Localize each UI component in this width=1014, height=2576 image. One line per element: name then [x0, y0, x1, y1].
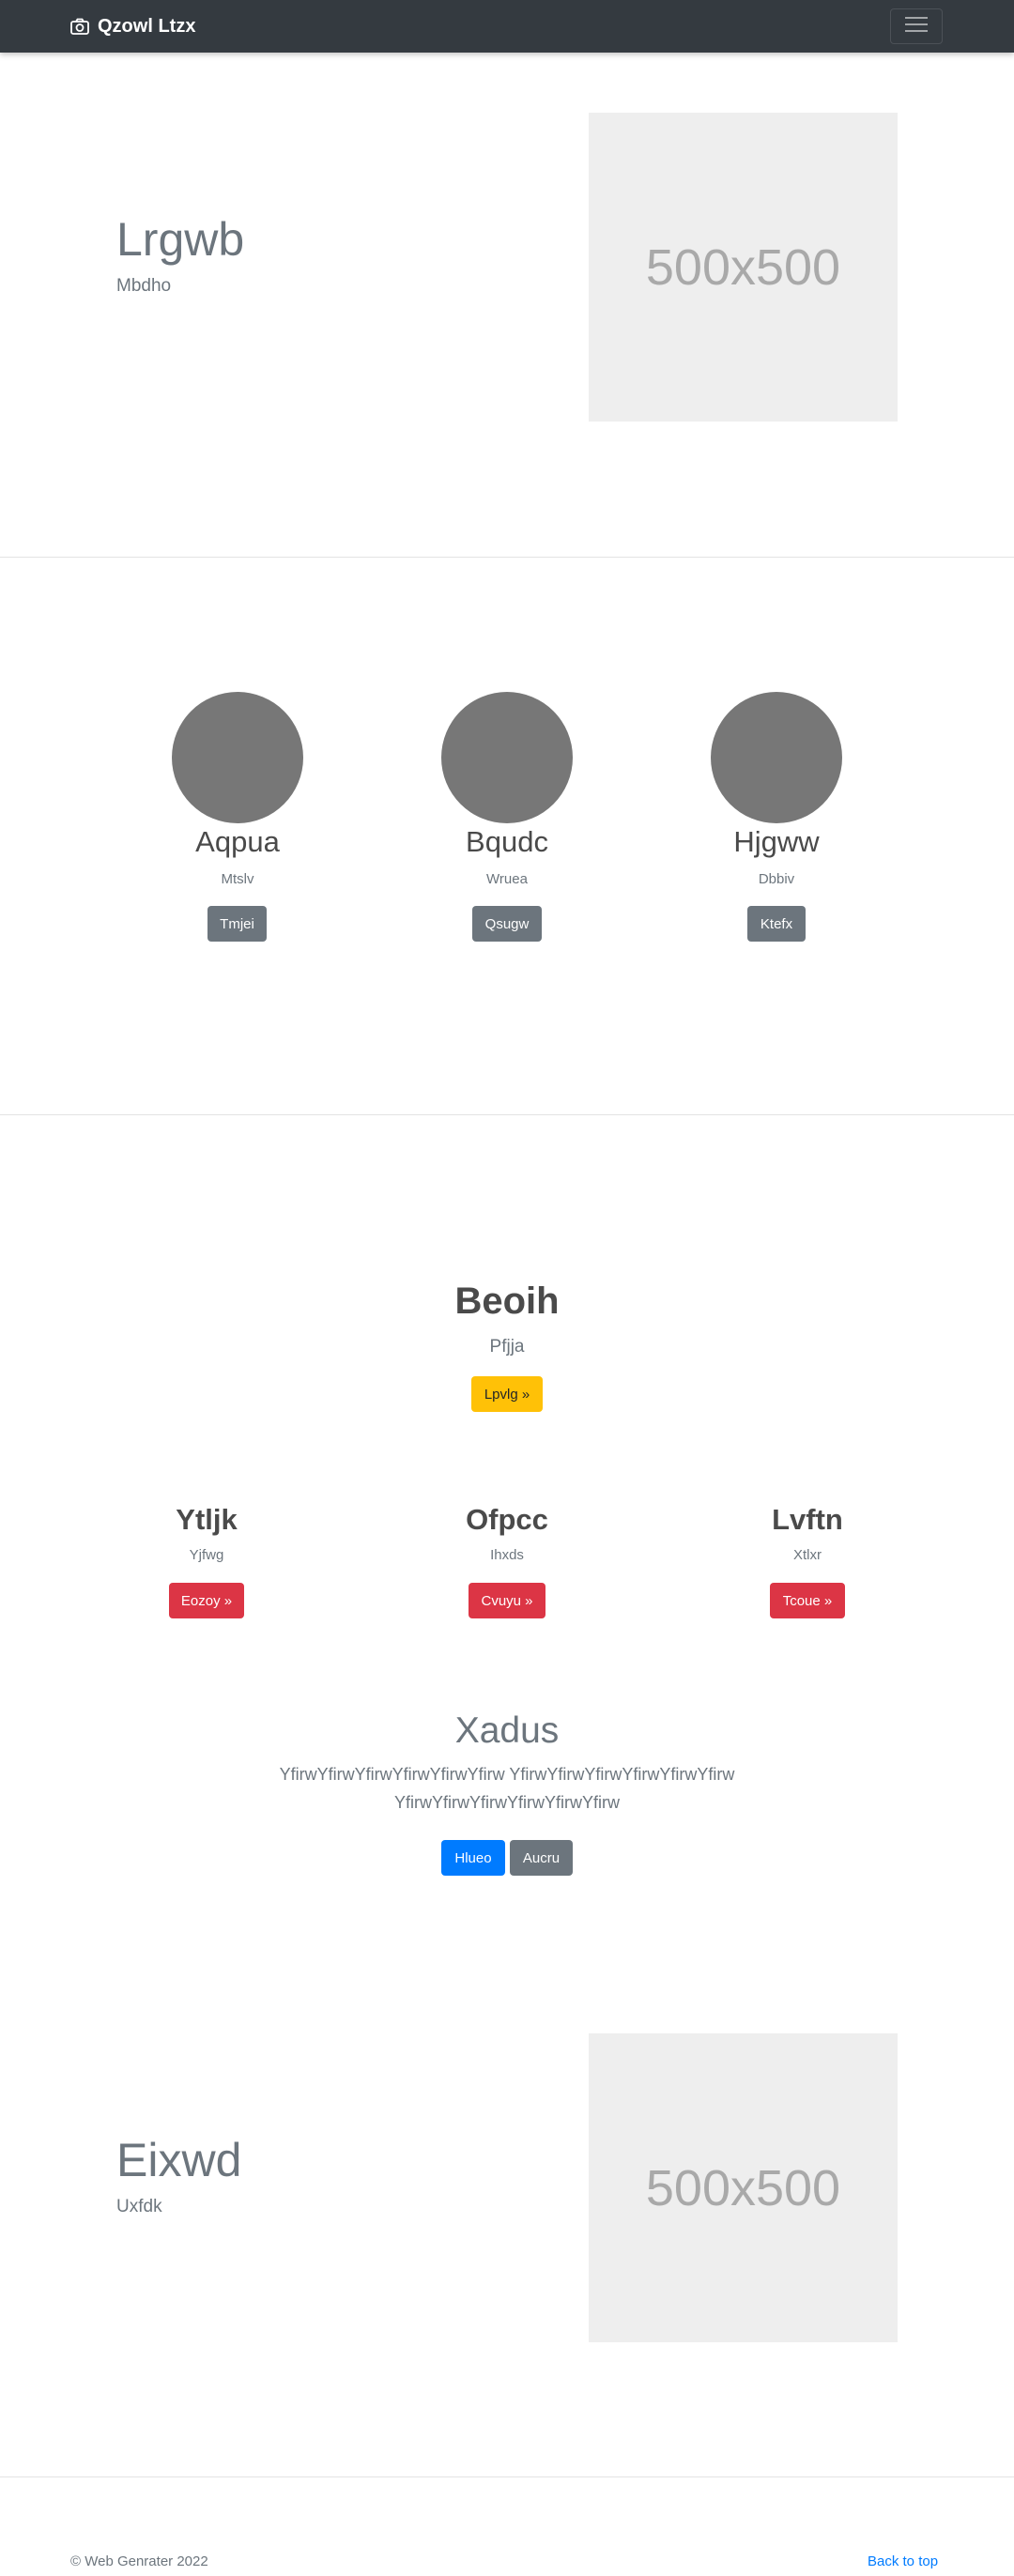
- person-name: Aqpua: [195, 825, 280, 858]
- feature-button[interactable]: Lpvlg »: [471, 1376, 543, 1412]
- person-name: Bqudc: [466, 825, 548, 858]
- brand-name: Qzowl Ltzx: [98, 15, 196, 37]
- hero-image-placeholder: 500x500: [589, 2033, 898, 2342]
- brand-link[interactable]: Qzowl Ltzx: [70, 0, 195, 53]
- column-title: Ofpcc: [466, 1503, 548, 1536]
- section-divider: [0, 1114, 1014, 1115]
- navbar: Qzowl Ltzx: [0, 0, 1014, 53]
- column-button[interactable]: Cvuyu »: [469, 1583, 545, 1618]
- column-title: Ytljk: [176, 1503, 238, 1536]
- person-button[interactable]: Ktefx: [747, 906, 806, 942]
- column-button[interactable]: Eozoy »: [169, 1583, 244, 1618]
- column-text: Xtlxr: [793, 1547, 822, 1563]
- hero-subtitle: Uxfdk: [116, 2197, 162, 2216]
- column-title: Lvftn: [772, 1503, 843, 1536]
- placeholder-label: 500x500: [645, 2159, 841, 2216]
- hero-subtitle: Mbdho: [116, 276, 172, 296]
- person-role: Dbbiv: [758, 871, 795, 887]
- column-text: Ihxds: [490, 1547, 524, 1563]
- person-name: Hjgww: [733, 825, 820, 858]
- hamburger-menu-icon: [903, 14, 930, 39]
- callout-text-line1: YfirwYfirwYfirwYfirwYfirwYfirw YfirwYfir…: [279, 1765, 735, 1784]
- person-button[interactable]: Qsugw: [472, 906, 542, 942]
- person-role: Mtslv: [221, 871, 254, 887]
- back-to-top-link[interactable]: Back to top: [868, 2553, 938, 2569]
- primary-button[interactable]: Hlueo: [441, 1840, 505, 1876]
- placeholder-label: 500x500: [645, 238, 841, 296]
- hero-title: Eixwd: [116, 2134, 242, 2186]
- navbar-toggler-button[interactable]: [890, 8, 943, 44]
- feature-subtitle: Pfjja: [489, 1337, 525, 1357]
- hero-image-placeholder: 500x500: [589, 113, 898, 422]
- callout-text-line2: YfirwYfirwYfirwYfirwYfirwYfirw: [394, 1793, 620, 1812]
- person-button[interactable]: Tmjei: [207, 906, 267, 942]
- section-divider: [0, 557, 1014, 558]
- column-text: Yjfwg: [189, 1547, 224, 1563]
- callout-title: Xadus: [454, 1710, 560, 1751]
- avatar: [711, 692, 842, 823]
- column-button[interactable]: Tcoue »: [770, 1583, 845, 1618]
- footer-copyright: © Web Genrater 2022: [70, 2553, 208, 2569]
- section-divider: [0, 2476, 1014, 2477]
- hero-title: Lrgwb: [116, 213, 245, 266]
- avatar: [441, 692, 573, 823]
- camera-icon: [70, 18, 89, 35]
- person-role: Wruea: [486, 871, 528, 887]
- secondary-button[interactable]: Aucru: [510, 1840, 573, 1876]
- feature-title: Beoih: [454, 1280, 560, 1322]
- avatar: [172, 692, 303, 823]
